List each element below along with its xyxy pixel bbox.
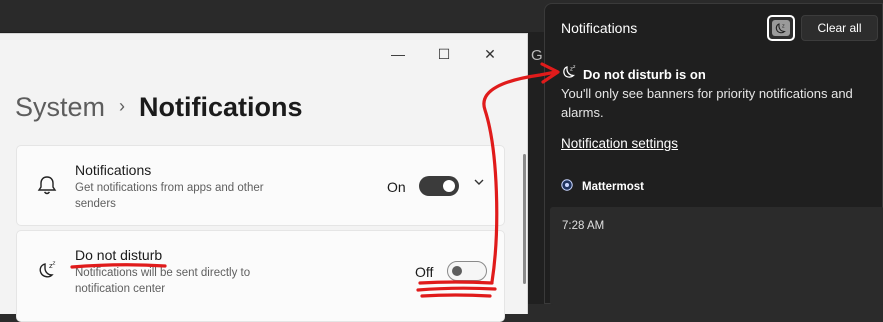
scrollbar[interactable] bbox=[523, 154, 526, 284]
dnd-moon-icon: z z bbox=[36, 259, 58, 281]
mattermost-icon bbox=[561, 178, 573, 196]
page-title: Notifications bbox=[139, 92, 303, 122]
dnd-description: Notifications will be sent directly to n… bbox=[75, 267, 251, 295]
dnd-setting-card[interactable]: z z Do not disturb Notifications will be… bbox=[16, 230, 505, 322]
svg-text:z: z bbox=[782, 23, 785, 29]
background-letter: G bbox=[531, 47, 543, 64]
notification-time: 7:28 AM bbox=[562, 220, 605, 232]
chevron-down-icon[interactable] bbox=[473, 176, 485, 191]
dnd-moon-icon: z z bbox=[561, 64, 577, 85]
minimize-button[interactable]: — bbox=[375, 40, 421, 68]
notifications-title: Notifications bbox=[75, 162, 152, 178]
app-group-header[interactable]: Mattermost bbox=[561, 178, 644, 196]
window-controls: — ☐ ✕ bbox=[375, 40, 513, 68]
clear-all-button[interactable]: Clear all bbox=[801, 15, 878, 41]
dnd-banner-description: You'll only see banners for priority not… bbox=[561, 86, 853, 120]
dnd-toggle-button[interactable]: z bbox=[767, 15, 795, 41]
close-button[interactable]: ✕ bbox=[467, 40, 513, 68]
notifications-toggle-label: On bbox=[387, 179, 406, 195]
dnd-moon-icon: z bbox=[772, 20, 790, 36]
app-name: Mattermost bbox=[582, 181, 644, 193]
dnd-title: Do not disturb bbox=[75, 247, 163, 263]
notifications-setting-card[interactable]: Notifications Get notifications from app… bbox=[16, 145, 505, 226]
breadcrumb-separator: › bbox=[119, 96, 126, 116]
notification-center-panel: Notifications z Clear all z z Do not dis… bbox=[544, 3, 883, 305]
notification-settings-link[interactable]: Notification settings bbox=[561, 136, 678, 151]
bell-icon bbox=[36, 174, 58, 196]
breadcrumb: System › Notifications bbox=[15, 92, 303, 123]
dnd-toggle[interactable] bbox=[447, 261, 487, 281]
settings-window: — ☐ ✕ System › Notifications Notificatio… bbox=[0, 33, 528, 322]
dnd-toggle-label: Off bbox=[415, 264, 434, 280]
dnd-banner-heading: z z Do not disturb is on bbox=[561, 64, 706, 85]
maximize-button[interactable]: ☐ bbox=[421, 40, 467, 68]
dnd-banner-title: Do not disturb is on bbox=[583, 67, 706, 82]
notification-card[interactable]: 7:28 AM bbox=[550, 207, 883, 305]
notifications-toggle[interactable] bbox=[419, 176, 459, 196]
svg-text:z: z bbox=[573, 65, 576, 70]
notifications-description: Get notifications from apps and other se… bbox=[75, 182, 264, 210]
breadcrumb-parent[interactable]: System bbox=[15, 92, 105, 123]
svg-text:z: z bbox=[53, 261, 56, 267]
panel-title: Notifications bbox=[561, 20, 638, 36]
